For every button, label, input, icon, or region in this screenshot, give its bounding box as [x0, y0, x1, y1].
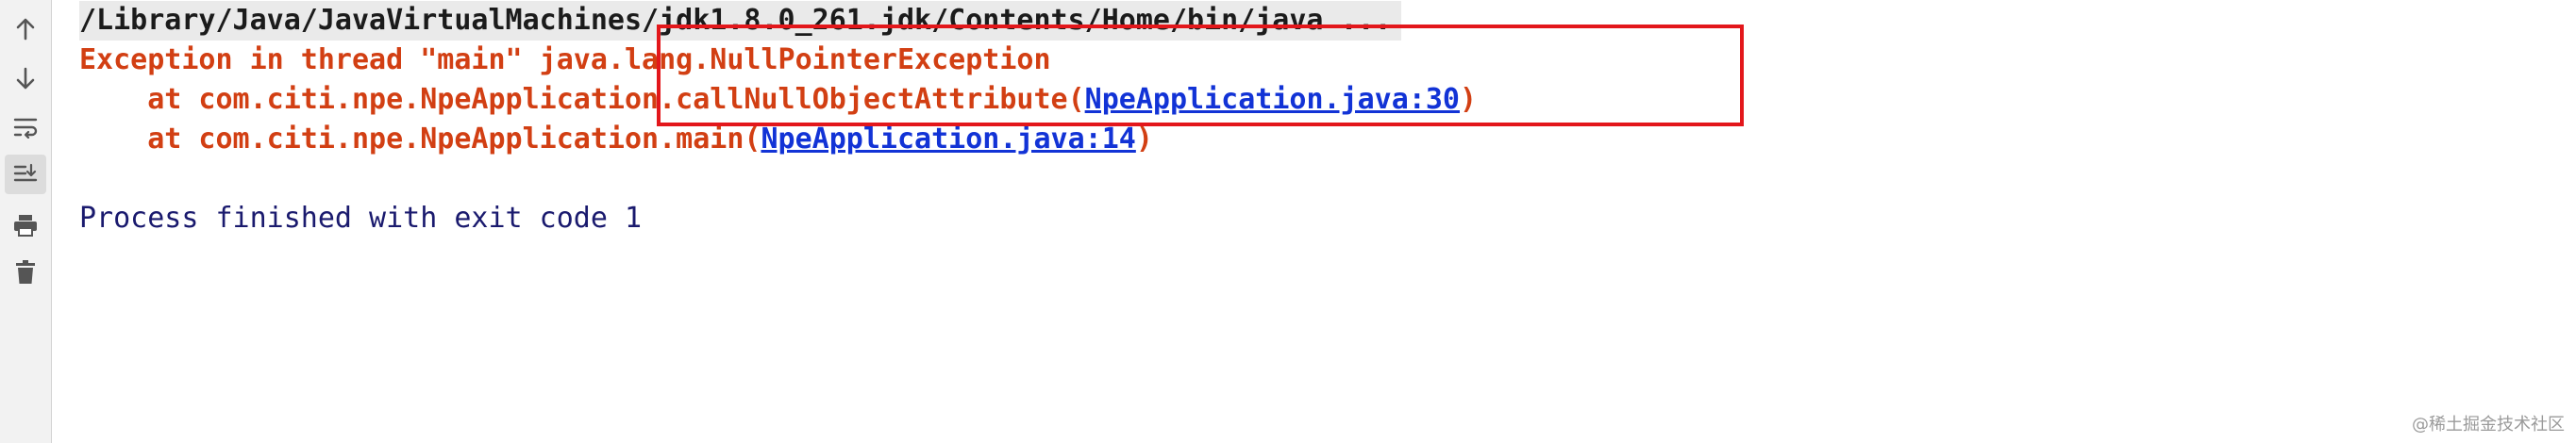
trash-icon [16, 260, 35, 284]
console-toolbar [0, 0, 52, 443]
print-icon [14, 215, 37, 237]
soft-wrap-icon [13, 118, 38, 139]
down-arrow-icon [16, 67, 35, 90]
soft-wrap-button[interactable] [5, 107, 46, 147]
up-arrow-button[interactable] [5, 9, 46, 49]
up-arrow-icon [16, 18, 35, 41]
console-output[interactable]: /Library/Java/JavaVirtualMachines/jdk1.8… [79, 0, 2576, 443]
stack-frame-text: at com.citi.npe.NpeApplication.main( [79, 123, 761, 156]
scroll-to-end-icon [13, 163, 38, 182]
exit-message: Process finished with exit code 1 [79, 202, 643, 235]
run-console-window: /Library/Java/JavaVirtualMachines/jdk1.8… [0, 0, 2576, 443]
scroll-to-end-button[interactable] [5, 155, 46, 194]
stack-frame-close: ) [1135, 123, 1153, 156]
exception-prefix: Exception in thread "main" [79, 43, 540, 76]
print-button[interactable] [5, 205, 46, 245]
down-arrow-button[interactable] [5, 58, 46, 98]
highlight-box [657, 25, 1744, 126]
watermark: @稀土掘金技术社区 [2412, 415, 2565, 435]
source-link[interactable]: NpeApplication.java:14 [761, 123, 1135, 156]
trash-button[interactable] [5, 253, 46, 292]
